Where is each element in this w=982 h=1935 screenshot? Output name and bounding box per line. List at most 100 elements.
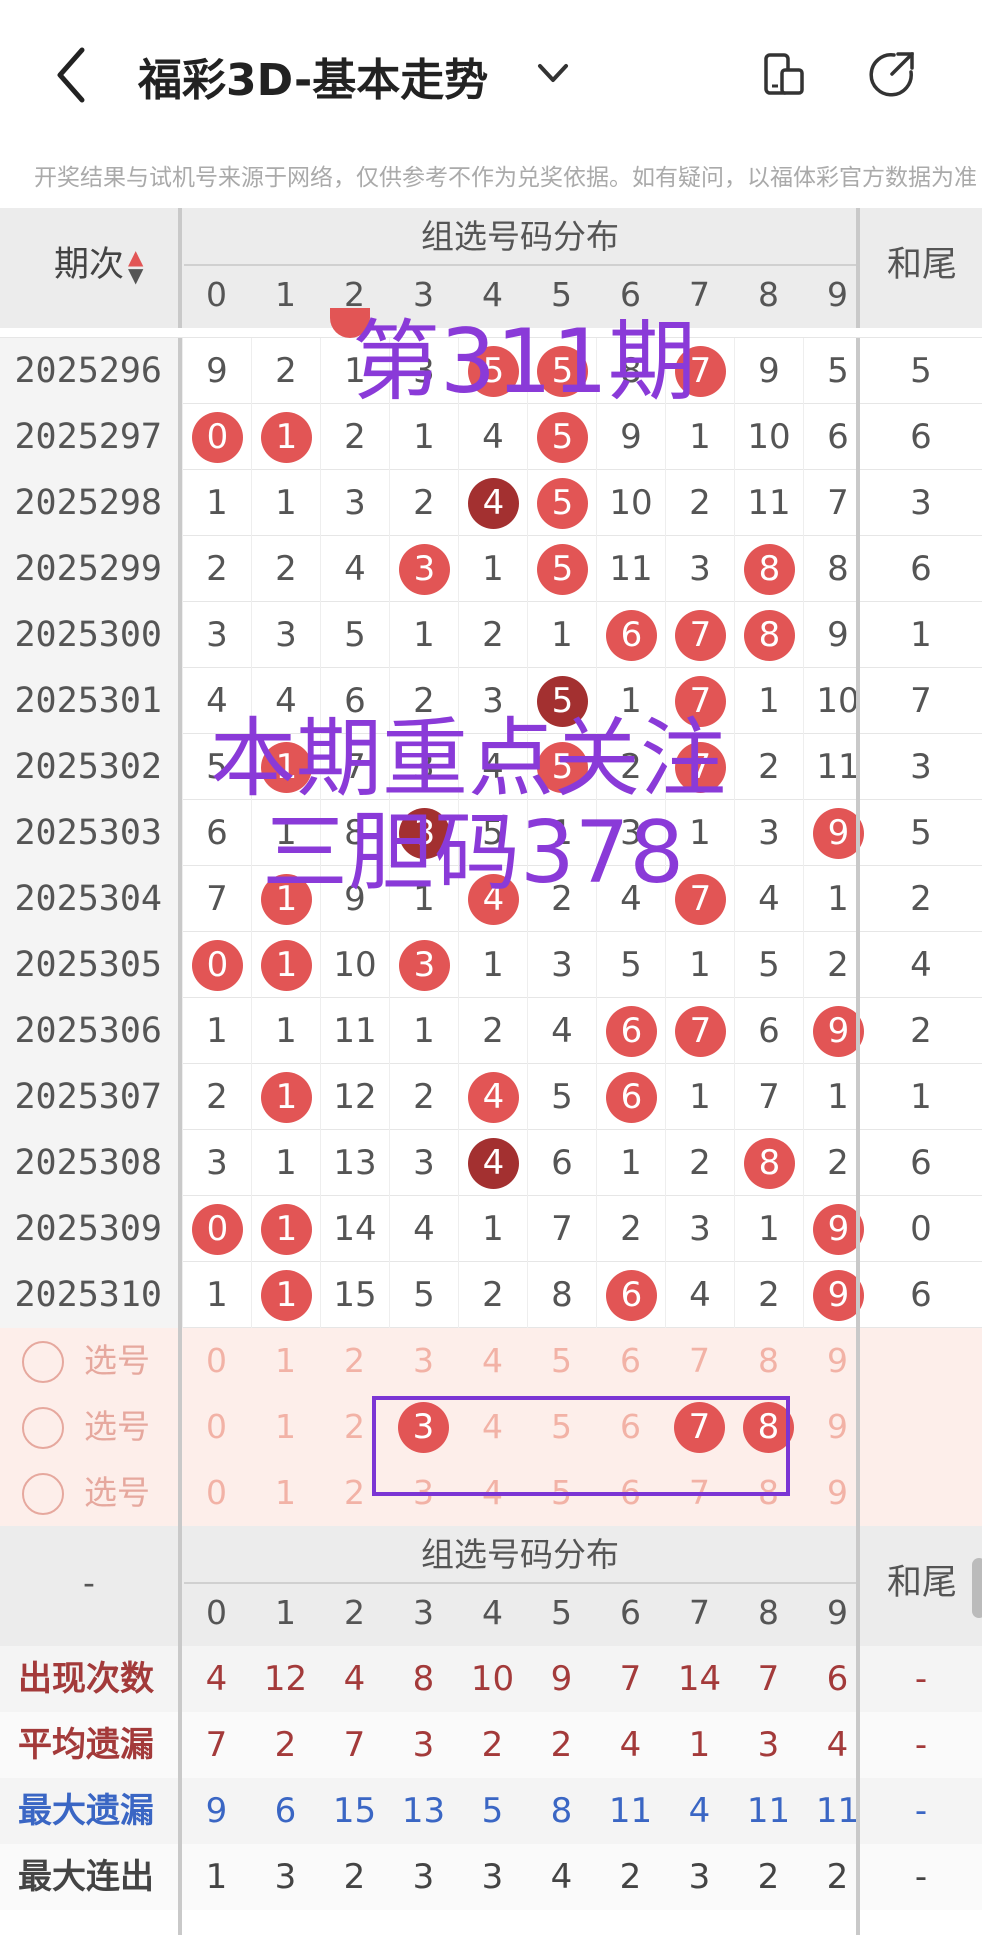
select-radio[interactable]	[22, 1407, 64, 1449]
select-digit-0[interactable]: 0	[182, 1394, 251, 1460]
digit-header-0: 0	[206, 1593, 227, 1632]
table-row: 2025305 0 1 10 3 1 3 5 1 5 2 4	[0, 932, 982, 998]
digit-cell-8: 2	[734, 1262, 803, 1328]
stat-value: 7	[757, 1659, 780, 1699]
digit-cell-4: 4	[458, 1064, 527, 1130]
table-row: 2025297 0 1 2 1 4 5 9 1 10 6 6	[0, 404, 982, 470]
digit-cell-6: 6	[596, 1262, 665, 1328]
period-cell: 2025309	[0, 1196, 180, 1262]
digit-cell-5: 5	[527, 404, 596, 470]
digit-cell-1: 1	[251, 1262, 320, 1328]
digit-header-9: 9	[827, 275, 848, 314]
select-digit-1[interactable]: 1	[251, 1328, 320, 1394]
digit-cell-7: 7	[665, 998, 734, 1064]
drawn-ball: 1	[261, 1072, 312, 1123]
period-cell: 2025302	[0, 734, 180, 800]
digit-cell-5: 6	[527, 1130, 596, 1196]
select-digit-8[interactable]: 8	[734, 1328, 803, 1394]
digit-cell-0: 1	[182, 998, 251, 1064]
stat-tail: -	[914, 1725, 928, 1765]
digit-cell-3: 1	[389, 602, 458, 668]
digit-cell-8: 7	[734, 1064, 803, 1130]
digit-cell-1: 2	[251, 536, 320, 602]
select-digit-4[interactable]: 4	[458, 1328, 527, 1394]
stat-value: 8	[412, 1659, 435, 1699]
page-title[interactable]: 福彩3D-基本走势	[138, 44, 488, 108]
digit-cell-5: 5	[527, 536, 596, 602]
digit-header-3: 3	[413, 1593, 434, 1632]
drawn-ball: 1	[261, 940, 312, 991]
digit-cell-1: 1	[251, 404, 320, 470]
digit-cell-6: 1	[596, 1130, 665, 1196]
digit-cell-0: 1	[182, 470, 251, 536]
stat-row: 最大连出 1 3 2 3 3 4 2 3 2 2-	[0, 1844, 982, 1910]
digit-cell-0: 3	[182, 602, 251, 668]
digit-cell-5: 3	[527, 932, 596, 998]
sort-icon[interactable]: ▲ ▼	[128, 247, 143, 285]
chevron-down-icon[interactable]	[536, 58, 570, 88]
tail-cell: 0	[910, 1209, 932, 1249]
stat-value: 15	[332, 1791, 377, 1831]
digit-cell-7: 2	[665, 1130, 734, 1196]
stat-value: 4	[343, 1659, 366, 1699]
digit-cell-0: 6	[182, 800, 251, 866]
select-radio[interactable]	[22, 1473, 64, 1515]
split-screen-icon[interactable]	[760, 52, 806, 98]
select-digit-7[interactable]: 7	[665, 1328, 734, 1394]
digit-cell-1: 3	[251, 602, 320, 668]
select-label[interactable]: 选号	[84, 1394, 150, 1460]
drawn-ball: 1	[261, 1270, 312, 1321]
period-header[interactable]: 期次 ▲ ▼	[54, 247, 143, 285]
digit-cell-0: 0	[182, 1196, 251, 1262]
select-digit-5[interactable]: 5	[527, 1328, 596, 1394]
select-digit-2[interactable]: 2	[320, 1328, 389, 1394]
digit-cell-2: 10	[320, 932, 389, 998]
digit-cell-0: 2	[182, 1064, 251, 1130]
select-radio[interactable]	[22, 1341, 64, 1383]
digit-cell-2: 12	[320, 1064, 389, 1130]
digit-cell-8: 5	[734, 932, 803, 998]
digit-cell-0: 2	[182, 536, 251, 602]
digit-cell-1: 1	[251, 1064, 320, 1130]
tail-cell: 6	[910, 1143, 932, 1183]
share-icon[interactable]	[868, 50, 916, 98]
select-digit-6[interactable]: 6	[596, 1328, 665, 1394]
period-cell: 2025296	[0, 338, 180, 404]
stat-value: 2	[757, 1857, 780, 1897]
digit-cell-3: 1	[389, 404, 458, 470]
drawn-ball: 6	[606, 1072, 657, 1123]
digit-header-4: 4	[482, 275, 503, 314]
select-digit-9[interactable]: 9	[803, 1328, 872, 1394]
digit-cell-7: 7	[665, 602, 734, 668]
select-digit-1[interactable]: 1	[251, 1394, 320, 1460]
tail-cell: 1	[910, 1077, 932, 1117]
table-row: 2025298 1 1 3 2 4 5 10 2 11 7 3	[0, 470, 982, 536]
scroll-handle[interactable]	[972, 1558, 982, 1618]
digit-cell-3: 3	[389, 1130, 458, 1196]
digit-cell-2: 11	[320, 998, 389, 1064]
digit-cell-0: 1	[182, 1262, 251, 1328]
digit-header-7: 7	[689, 1593, 710, 1632]
digit-cell-3: 2	[389, 470, 458, 536]
digit-cell-8: 6	[734, 998, 803, 1064]
digit-cell-6: 2	[596, 1196, 665, 1262]
select-digit-0[interactable]: 0	[182, 1328, 251, 1394]
select-digit-1[interactable]: 1	[251, 1460, 320, 1526]
digit-cell-1: 1	[251, 1130, 320, 1196]
digit-cell-5: 4	[527, 998, 596, 1064]
select-label[interactable]: 选号	[84, 1328, 150, 1394]
select-digit-3[interactable]: 3	[389, 1328, 458, 1394]
select-digit-0[interactable]: 0	[182, 1460, 251, 1526]
digit-cell-8: 8	[734, 536, 803, 602]
digit-cell-8: 8	[734, 602, 803, 668]
drawn-ball: 5	[537, 412, 588, 463]
select-digit-9[interactable]: 9	[803, 1460, 872, 1526]
stat-tail: -	[914, 1791, 928, 1831]
select-label[interactable]: 选号	[84, 1460, 150, 1526]
select-digit-9[interactable]: 9	[803, 1394, 872, 1460]
stat-value: 1	[205, 1857, 228, 1897]
digit-cell-3: 3	[389, 536, 458, 602]
drawn-ball: 4	[468, 1138, 519, 1189]
chevron-left-icon[interactable]	[52, 45, 92, 105]
select-row: 选号 0 1 2 3 4 5 6 7 8 9	[0, 1328, 982, 1394]
